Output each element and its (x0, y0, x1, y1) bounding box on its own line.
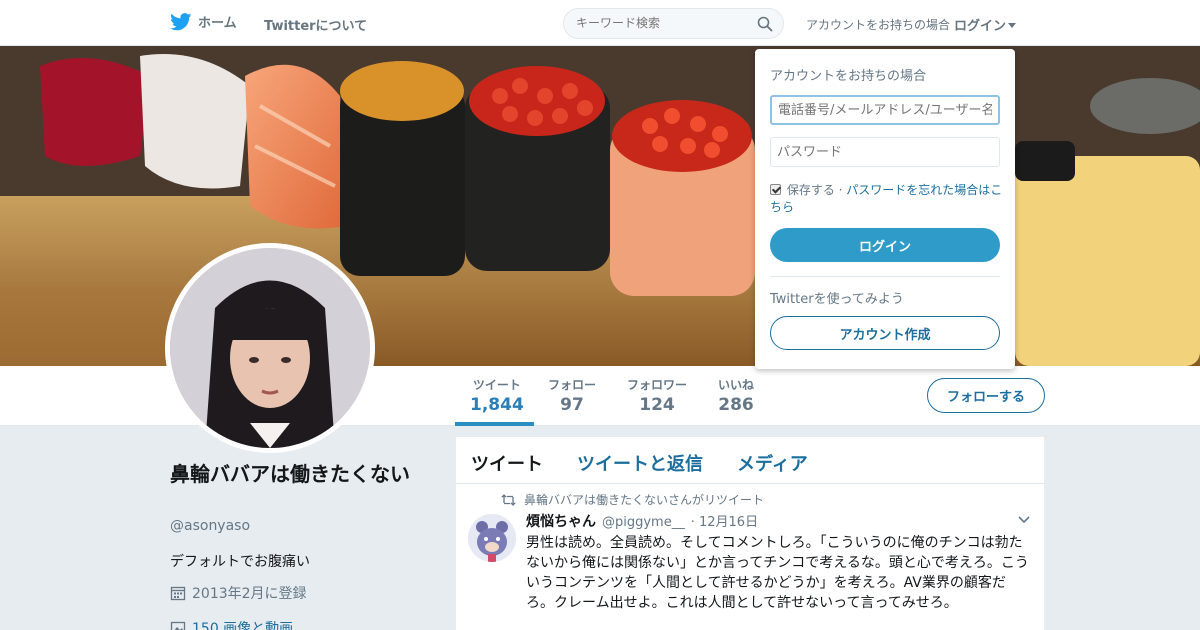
stat-following-label: フォロー (548, 378, 597, 392)
login-button[interactable]: ログイン (770, 228, 1000, 262)
tab-media[interactable]: メディア (737, 450, 808, 476)
profile-media-link[interactable]: 150 画像と動画 (170, 618, 293, 630)
login-dropdown-toggle[interactable]: ログイン (954, 15, 1017, 34)
username-field[interactable] (770, 95, 1000, 125)
twitter-bird-icon (170, 12, 192, 30)
profile-joined: 2013年2月に登録 (170, 583, 307, 603)
stat-tweets-label: ツイート (472, 378, 521, 392)
search-input[interactable] (576, 16, 746, 30)
stat-followers-value: 124 (639, 395, 675, 415)
profile-avatar[interactable] (165, 243, 375, 453)
stat-following-value: 97 (560, 395, 584, 415)
caret-down-icon (1008, 23, 1017, 28)
timeline: ツイート ツイートと返信 メディア 鼻輪ババアは働きたくないさんがリツイート 煩… (456, 437, 1044, 630)
remember-checkbox[interactable] (770, 184, 781, 195)
stat-following[interactable]: フォロー 97 (548, 376, 596, 415)
image-icon (170, 621, 186, 630)
stat-likes-label: いいね (718, 378, 755, 392)
follow-button[interactable]: フォローする (927, 378, 1045, 413)
stat-followers[interactable]: フォロワー 124 (627, 376, 687, 415)
try-twitter-text: Twitterを使ってみよう (770, 292, 904, 307)
tweet-handle[interactable]: @piggyme__ (602, 515, 685, 530)
stat-likes-value: 286 (718, 395, 754, 415)
dropdown-title: アカウントをお持ちの場合 (770, 69, 927, 84)
joined-text: 2013年2月に登録 (192, 586, 307, 602)
create-account-button[interactable]: アカウント作成 (770, 316, 1000, 350)
nav-about-link[interactable]: Twitterについて (264, 15, 367, 34)
retweet-icon (501, 493, 516, 506)
chevron-down-icon[interactable] (1018, 516, 1030, 524)
dropdown-divider (770, 276, 1000, 277)
search-icon[interactable] (757, 16, 773, 32)
avatar-portrait (170, 248, 370, 448)
profile-name: 鼻輪ババアは働きたくない (170, 462, 410, 486)
retweet-text: 鼻輪ババアは働きたくないさんがリツイート (524, 493, 765, 507)
retweet-context: 鼻輪ババアは働きたくないさんがリツイート (501, 491, 764, 508)
remember-label: 保存する (786, 183, 835, 197)
login-dropdown: アカウントをお持ちの場合 保存する · パスワードを忘れた場合はこちら ログイン… (755, 49, 1015, 369)
profile-handle[interactable]: @asonyaso (170, 518, 250, 534)
remember-row: 保存する · パスワードを忘れた場合はこちら (770, 182, 1005, 216)
remember-separator: · (834, 183, 847, 197)
media-text: 150 画像と動画 (192, 621, 294, 630)
tab-tweets-and-replies[interactable]: ツイートと返信 (577, 450, 703, 476)
tweet-author[interactable]: 煩悩ちゃん (526, 511, 596, 531)
tweet-text: 男性は読め。全員読め。そしてコメントしろ。「こういうのに俺のチンコは勃たないから… (526, 535, 1029, 611)
stat-likes[interactable]: いいね 286 (718, 376, 754, 415)
top-navigation: ホーム Twitterについて アカウントをお持ちの場合 ログイン (0, 0, 1200, 46)
have-account-text: アカウントをお持ちの場合 (806, 18, 951, 32)
stat-followers-label: フォロワー (627, 378, 688, 392)
tab-tweets[interactable]: ツイート (471, 450, 543, 476)
tweet[interactable]: 鼻輪ババアは働きたくないさんがリツイート 煩悩ちゃん @piggyme__ · … (456, 484, 1044, 630)
search-box[interactable] (563, 8, 784, 39)
avatar-photo (170, 248, 370, 448)
nav-home-label: ホーム (198, 16, 237, 31)
stat-tweets[interactable]: ツイート 1,844 (470, 376, 524, 415)
active-stat-underline (455, 422, 534, 426)
stat-tweets-value: 1,844 (470, 395, 524, 415)
password-field[interactable] (770, 137, 1000, 167)
nav-home-link[interactable]: ホーム (170, 12, 237, 31)
login-label: ログイン (954, 19, 1007, 34)
tweet-avatar[interactable] (468, 514, 516, 562)
calendar-icon (170, 586, 186, 601)
tweet-date[interactable]: · 12月16日 (691, 511, 758, 530)
profile-bio: デフォルトでお腹痛い (170, 554, 310, 570)
bear-avatar-image (468, 514, 516, 562)
tweet-header: 煩悩ちゃん @piggyme__ · 12月16日 (526, 511, 758, 531)
timeline-tabs: ツイート ツイートと返信 メディア (456, 437, 1044, 484)
